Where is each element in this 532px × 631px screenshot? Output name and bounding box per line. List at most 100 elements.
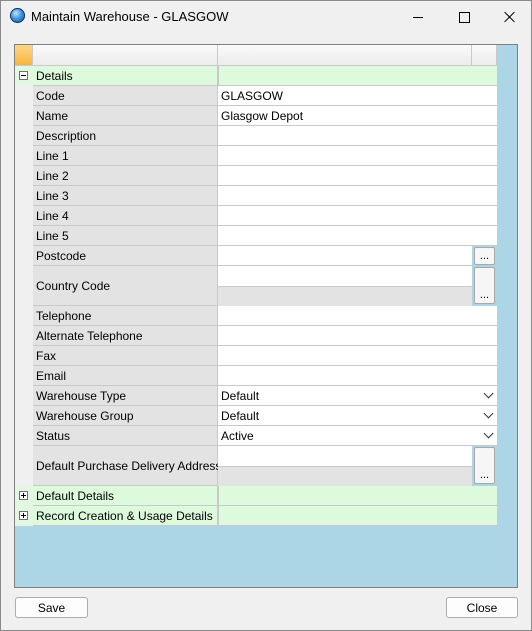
grid-header-corner[interactable]: [15, 45, 33, 66]
row-gutter: [15, 366, 33, 386]
group-label-record-creation: Record Creation & Usage Details: [33, 506, 218, 526]
field-row-warehouse-type: Warehouse Type Default: [15, 386, 497, 406]
line-5-field[interactable]: [218, 226, 497, 246]
group-row-details[interactable]: Details: [15, 66, 497, 86]
line-4-field[interactable]: [218, 206, 497, 226]
row-gutter: [15, 86, 33, 106]
row-gutter: [15, 486, 33, 506]
field-label-code: Code: [33, 86, 218, 106]
row-gutter: [15, 66, 33, 86]
grid-header-value-column[interactable]: [218, 45, 472, 66]
row-gutter: [15, 506, 33, 526]
code-field[interactable]: GLASGOW: [218, 86, 497, 106]
status-select[interactable]: Active: [218, 426, 497, 446]
grid-header-label-column[interactable]: [33, 45, 218, 66]
row-gutter: [15, 446, 33, 486]
field-label-line-2: Line 2: [33, 166, 218, 186]
minimize-button[interactable]: [395, 1, 441, 33]
window-title: Maintain Warehouse - GLASGOW: [31, 9, 229, 24]
field-label-email: Email: [33, 366, 218, 386]
grid-header: [15, 45, 517, 66]
row-gutter: [15, 306, 33, 326]
field-row-postcode: Postcode ...: [15, 246, 497, 266]
maximize-button[interactable]: [441, 1, 487, 33]
field-label-status: Status: [33, 426, 218, 446]
row-gutter: [15, 386, 33, 406]
row-gutter: [15, 166, 33, 186]
line-3-field[interactable]: [218, 186, 497, 206]
row-gutter: [15, 186, 33, 206]
field-label-line-1: Line 1: [33, 146, 218, 166]
field-row-country-code: Country Code ...: [15, 266, 497, 306]
group-value-record-creation: [218, 506, 497, 526]
telephone-field[interactable]: [218, 306, 497, 326]
row-gutter: [15, 146, 33, 166]
maximize-icon: [458, 11, 470, 23]
row-gutter: [15, 266, 33, 306]
field-label-country-code: Country Code: [33, 266, 218, 306]
field-row-status: Status Active: [15, 426, 497, 446]
field-label-warehouse-group: Warehouse Group: [33, 406, 218, 426]
alternate-telephone-field[interactable]: [218, 326, 497, 346]
save-button[interactable]: Save: [15, 597, 88, 618]
collapse-icon[interactable]: [19, 71, 28, 80]
field-row-code: Code GLASGOW: [15, 86, 497, 106]
field-row-telephone: Telephone: [15, 306, 497, 326]
chevron-down-icon: [483, 388, 494, 399]
row-gutter: [15, 206, 33, 226]
row-gutter: [15, 406, 33, 426]
chevron-down-icon: [483, 408, 494, 419]
fax-field[interactable]: [218, 346, 497, 366]
expand-icon[interactable]: [19, 511, 28, 520]
field-row-line-1: Line 1: [15, 146, 497, 166]
field-label-line-3: Line 3: [33, 186, 218, 206]
postcode-field[interactable]: [218, 246, 472, 266]
row-gutter: [15, 426, 33, 446]
delivery-address-lookup-button[interactable]: ...: [474, 447, 495, 484]
description-field[interactable]: [218, 126, 497, 146]
default-purchase-delivery-address-description: [218, 466, 472, 486]
title-bar[interactable]: Maintain Warehouse - GLASGOW: [1, 1, 531, 33]
warehouse-type-dropdown-button[interactable]: [481, 387, 496, 404]
field-row-line-5: Line 5: [15, 226, 497, 246]
field-label-line-5: Line 5: [33, 226, 218, 246]
field-label-default-purchase-delivery-address: Default Purchase Delivery Address: [33, 446, 221, 486]
group-label-details: Details: [33, 66, 218, 86]
name-field[interactable]: Glasgow Depot: [218, 106, 497, 126]
field-label-warehouse-type: Warehouse Type: [33, 386, 218, 406]
postcode-lookup-button[interactable]: ...: [474, 247, 495, 265]
field-label-telephone: Telephone: [33, 306, 218, 326]
group-row-record-creation[interactable]: Record Creation & Usage Details: [15, 506, 497, 526]
field-row-warehouse-group: Warehouse Group Default: [15, 406, 497, 426]
field-label-postcode: Postcode: [33, 246, 218, 266]
row-gutter: [15, 246, 33, 266]
line-2-field[interactable]: [218, 166, 497, 186]
line-1-field[interactable]: [218, 146, 497, 166]
group-row-default-details[interactable]: Default Details: [15, 486, 497, 506]
warehouse-group-select[interactable]: Default: [218, 406, 497, 426]
country-code-lookup-button[interactable]: ...: [474, 267, 495, 304]
status-dropdown-button[interactable]: [481, 427, 496, 444]
app-globe-icon: [10, 8, 25, 23]
field-row-line-2: Line 2: [15, 166, 497, 186]
warehouse-type-select[interactable]: Default: [218, 386, 497, 406]
warehouse-group-dropdown-button[interactable]: [481, 407, 496, 424]
group-value-details: [218, 66, 497, 86]
grid-header-button-column[interactable]: [472, 45, 497, 66]
country-code-field[interactable]: [218, 266, 472, 306]
close-button[interactable]: Close: [446, 597, 518, 618]
row-gutter: [15, 106, 33, 126]
email-field[interactable]: [218, 366, 497, 386]
group-label-default-details: Default Details: [33, 486, 218, 506]
row-gutter: [15, 326, 33, 346]
expand-icon[interactable]: [19, 491, 28, 500]
field-row-alternate-telephone: Alternate Telephone: [15, 326, 497, 346]
field-row-email: Email: [15, 366, 497, 386]
row-gutter: [15, 346, 33, 366]
default-purchase-delivery-address-field[interactable]: [218, 446, 472, 486]
group-value-default-details: [218, 486, 497, 506]
close-window-button[interactable]: [487, 1, 532, 33]
field-label-fax: Fax: [33, 346, 218, 366]
field-row-line-3: Line 3: [15, 186, 497, 206]
field-row-line-4: Line 4: [15, 206, 497, 226]
